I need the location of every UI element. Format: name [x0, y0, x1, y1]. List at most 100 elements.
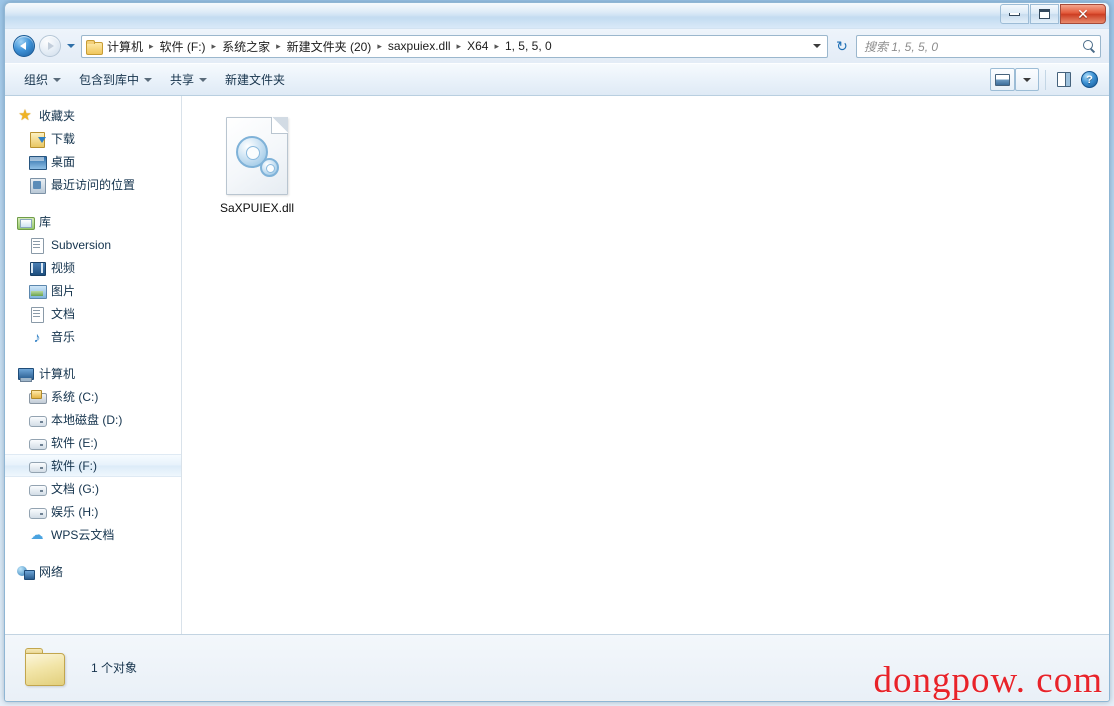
breadcrumb-bar[interactable]: 计算机 ▸ 软件 (F:) ▸ 系统之家 ▸ 新建文件夹 (20) ▸ saxpuiex.dll…	[81, 34, 828, 58]
search-icon	[1082, 39, 1096, 53]
breadcrumb-item[interactable]: 计算机	[103, 36, 147, 57]
breadcrumb-separator[interactable]: ▸	[210, 41, 219, 52]
sidebar-item-label: 最近访问的位置	[51, 178, 136, 192]
sidebar-item[interactable]: 库	[5, 210, 181, 233]
breadcrumb-item[interactable]: 系统之家	[218, 36, 274, 57]
minimize-button[interactable]	[1000, 4, 1029, 24]
sidebar-section-gap	[5, 348, 181, 362]
breadcrumb-dropdown-button[interactable]	[809, 44, 825, 48]
change-view-button[interactable]	[990, 68, 1015, 91]
sidebar-item[interactable]: 软件 (F:)	[5, 454, 181, 477]
drive-icon	[29, 458, 47, 474]
command-bar: 组织 包含到库中 共享 新建文件夹 ?	[5, 63, 1109, 96]
file-list-pane[interactable]: SaXPUIEX.dll	[182, 96, 1109, 634]
folder-icon	[23, 647, 69, 688]
sidebar-item[interactable]: 本地磁盘 (D:)	[5, 408, 181, 431]
picture-icon	[29, 283, 47, 299]
view-options-button[interactable]	[1015, 68, 1039, 91]
sidebar-item[interactable]: 软件 (E:)	[5, 431, 181, 454]
sidebar-item[interactable]: Subversion	[5, 233, 181, 256]
help-icon: ?	[1081, 71, 1098, 88]
include-in-library-button[interactable]: 包含到库中	[70, 67, 161, 92]
video-icon	[29, 260, 46, 276]
breadcrumb-item[interactable]: 新建文件夹 (20)	[283, 36, 376, 57]
breadcrumb-separator[interactable]: ▸	[147, 41, 156, 52]
sidebar-item[interactable]: 桌面	[5, 150, 181, 173]
dll-gear-icon	[226, 117, 288, 195]
sidebar-item[interactable]: 网络	[5, 560, 181, 583]
sidebar-item[interactable]: 计算机	[5, 362, 181, 385]
drive-icon	[29, 504, 47, 520]
breadcrumb-item[interactable]: saxpuiex.dll	[384, 37, 455, 55]
restore-button[interactable]	[1030, 4, 1059, 24]
back-button[interactable]	[13, 35, 35, 57]
breadcrumb-separator[interactable]: ▸	[375, 41, 384, 52]
chevron-down-icon	[67, 44, 75, 48]
recent-places-icon	[29, 177, 46, 194]
new-folder-button[interactable]: 新建文件夹	[216, 67, 294, 92]
page-fold-icon	[271, 117, 288, 134]
refresh-icon: ↻	[836, 37, 848, 54]
desktop-icon	[29, 154, 47, 170]
sidebar-item[interactable]: 系统 (C:)	[5, 385, 181, 408]
sidebar-item[interactable]: 图片	[5, 279, 181, 302]
document-icon	[29, 306, 45, 323]
sidebar-item-label: 娱乐 (H:)	[51, 505, 99, 519]
forward-button[interactable]	[39, 35, 61, 57]
navigation-pane[interactable]: ★ 收藏夹 下载桌面最近访问的位置库 Subversion 视频图片文档 ♪ 音乐计算机系统…	[5, 96, 182, 634]
sidebar-item-label: 文档 (G:)	[51, 482, 99, 496]
chevron-down-icon	[1023, 77, 1031, 82]
chevron-down-icon	[813, 44, 821, 48]
sidebar-item-label: 软件 (E:)	[51, 436, 98, 450]
close-icon: ✕	[1077, 6, 1089, 22]
drive-icon	[29, 435, 47, 451]
sidebar-item[interactable]: 文档	[5, 302, 181, 325]
sidebar-item-label: 库	[39, 215, 52, 229]
search-placeholder: 搜索 1, 5, 5, 0	[864, 39, 939, 54]
window-controls: ✕	[1000, 4, 1106, 24]
minimize-icon	[1009, 12, 1020, 16]
search-input[interactable]: 搜索 1, 5, 5, 0	[856, 34, 1101, 58]
refresh-button[interactable]: ↻	[832, 38, 852, 55]
breadcrumb-item[interactable]: 1, 5, 5, 0	[501, 37, 556, 55]
history-dropdown-button[interactable]	[65, 44, 77, 48]
sidebar-item[interactable]: 娱乐 (H:)	[5, 500, 181, 523]
toolbar-divider	[1045, 69, 1046, 90]
cloud-icon: ☁	[30, 526, 44, 542]
breadcrumb-separator[interactable]: ▸	[455, 41, 464, 52]
sidebar-item-label: 桌面	[51, 155, 76, 169]
file-name: SaXPUIEX.dll	[219, 201, 295, 215]
list-item[interactable]: SaXPUIEX.dll	[204, 112, 310, 220]
sidebar-item[interactable]: ★ 收藏夹	[5, 104, 181, 127]
title-bar: ✕	[5, 3, 1109, 29]
sidebar-item-label: 网络	[39, 565, 64, 579]
address-bar: 计算机 ▸ 软件 (F:) ▸ 系统之家 ▸ 新建文件夹 (20) ▸ saxpuiex.dll…	[5, 29, 1109, 63]
help-button[interactable]: ?	[1076, 68, 1103, 91]
sidebar-item[interactable]: 视频	[5, 256, 181, 279]
breadcrumb-item[interactable]: X64	[463, 37, 492, 55]
breadcrumb-separator[interactable]: ▸	[492, 41, 501, 52]
breadcrumb-separator[interactable]: ▸	[274, 41, 283, 52]
share-button[interactable]: 共享	[161, 67, 216, 92]
sidebar-item[interactable]: ☁ WPS云文档	[5, 523, 181, 546]
sidebar-item-label: 视频	[51, 261, 76, 275]
star-icon: ★	[18, 106, 32, 124]
item-count-label: 1 个对象	[91, 661, 138, 675]
sidebar-item-label: 计算机	[39, 367, 76, 381]
folder-icon	[86, 39, 103, 55]
sidebar-item[interactable]: 文档 (G:)	[5, 477, 181, 500]
close-button[interactable]: ✕	[1060, 4, 1106, 24]
watermark: dongpow. com	[873, 660, 1103, 701]
sidebar-item-label: 系统 (C:)	[51, 390, 99, 404]
sidebar-item-label: WPS云文档	[51, 528, 115, 542]
breadcrumb-item[interactable]: 软件 (F:)	[156, 36, 210, 57]
sidebar-item-label: 图片	[51, 284, 76, 298]
preview-pane-button[interactable]	[1052, 68, 1076, 91]
sidebar-item[interactable]: ♪ 音乐	[5, 325, 181, 348]
chevron-down-icon	[144, 77, 153, 82]
organize-button[interactable]: 组织	[15, 67, 70, 92]
explorer-window: ✕ 计算机 ▸ 软件 (F:) ▸ 系统之家 ▸ 新建文件夹 (20) ▸ saxpuiex.d…	[4, 2, 1110, 702]
sidebar-item[interactable]: 下载	[5, 127, 181, 150]
sidebar-item[interactable]: 最近访问的位置	[5, 173, 181, 196]
network-icon	[17, 564, 35, 580]
